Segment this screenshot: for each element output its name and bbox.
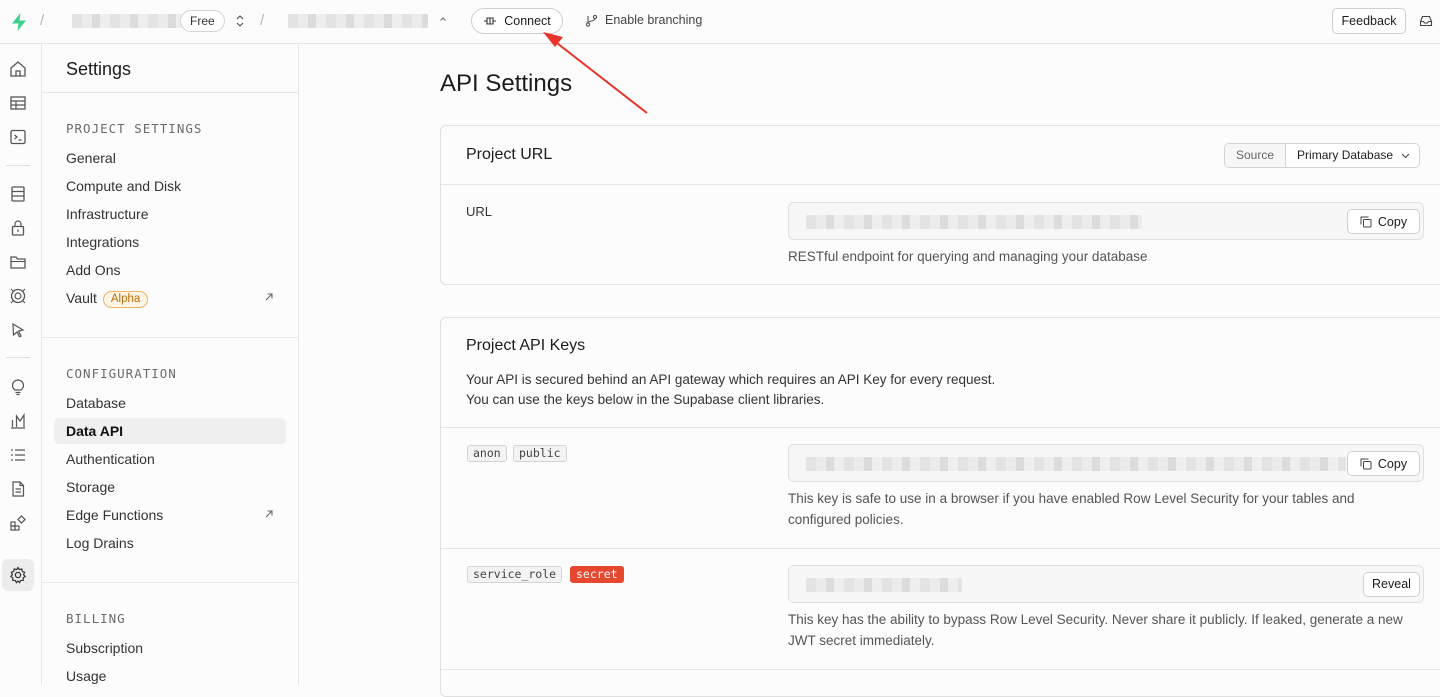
sidebar-divider [42,582,298,583]
sidebar-item-storage[interactable]: Storage [54,474,286,500]
sidebar-item-general[interactable]: General [54,145,286,171]
advisors-lightbulb-icon[interactable] [8,377,28,397]
inbox-icon[interactable] [1419,14,1433,28]
url-help-text: RESTful endpoint for querying and managi… [788,249,1148,264]
service-role-key-field[interactable]: Reveal [788,565,1424,603]
copy-icon [1360,216,1372,227]
left-icon-rail [0,44,42,685]
breadcrumb-separator: / [40,12,45,29]
table-editor-icon[interactable] [8,93,28,113]
sidebar-title: Settings [66,59,132,79]
service-role-tag: service_role [467,566,563,583]
rail-divider [6,165,30,166]
anon-key-field[interactable]: Copy [788,444,1424,482]
breadcrumb-separator: / [260,12,265,29]
source-selector[interactable]: Source Primary Database [1224,143,1421,168]
integrations-icon[interactable] [8,513,28,533]
url-field[interactable]: Copy [788,202,1424,240]
sidebar-item-compute-and-disk[interactable]: Compute and Disk [54,173,286,199]
chevron-up-down-icon[interactable] [234,12,246,30]
copy-label: Copy [1377,456,1408,471]
feedback-button[interactable]: Feedback [1332,8,1406,34]
chevron-down-icon [1401,153,1410,158]
alpha-badge: Alpha [102,290,149,308]
sidebar-item-infrastructure[interactable]: Infrastructure [54,201,286,227]
source-value: Primary Database [1297,148,1394,162]
plug-icon [484,17,497,25]
card-divider [441,548,1440,549]
connect-button[interactable]: Connect [471,8,563,34]
section-heading-project-settings: PROJECT SETTINGS [66,121,203,136]
project-url-card-header: Project URL Source Primary Database [441,126,1440,185]
storage-folder-icon[interactable] [8,252,28,272]
api-docs-icon[interactable] [8,479,28,499]
service-role-help-text: This key has the ability to bypass Row L… [788,612,1403,648]
sidebar-item-database[interactable]: Database [54,390,286,416]
card-divider [441,669,1440,670]
section-heading-configuration: CONFIGURATION [66,366,177,381]
anon-key-help-text: This key is safe to use in a browser if … [788,491,1355,527]
project-url-card: Project URL Source Primary Database URL … [440,125,1440,285]
api-keys-description-line1: Your API is secured behind an API gatewa… [466,372,996,387]
anon-tag: anon [467,445,507,462]
logs-list-icon[interactable] [8,445,28,465]
anon-key-redacted [806,457,1346,471]
sidebar-divider [42,92,298,93]
sidebar-item-subscription[interactable]: Subscription [54,635,286,661]
sidebar-item-authentication[interactable]: Authentication [54,446,286,472]
rail-divider [6,357,30,358]
connect-label: Connect [504,14,551,28]
card-divider [441,427,1440,428]
sidebar-divider [42,337,298,338]
realtime-icon[interactable] [8,286,28,306]
git-branch-icon [585,14,598,27]
copy-icon [1360,458,1372,469]
auth-lock-icon[interactable] [8,218,28,238]
url-value-redacted [806,215,1142,229]
external-link-arrow-icon [265,510,273,518]
sidebar-item-edge-functions-label: Edge Functions [66,507,164,523]
sidebar-item-usage[interactable]: Usage [54,663,286,689]
sidebar-item-vault-label: Vault [66,290,97,306]
chevron-up-icon[interactable] [439,15,447,23]
page-title: API Settings [440,70,573,97]
sidebar-item-log-drains[interactable]: Log Drains [54,530,286,556]
sidebar-item-integrations[interactable]: Integrations [54,229,286,255]
copy-anon-key-button[interactable]: Copy [1347,451,1420,476]
enable-branching-button[interactable]: Enable branching [585,13,702,27]
project-url-title: Project URL [466,146,553,163]
source-label: Source [1225,144,1287,167]
organization-name-redacted[interactable] [72,14,184,28]
external-link-arrow-icon [265,293,273,301]
section-heading-billing: BILLING [66,611,126,626]
settings-gear-icon[interactable] [8,565,28,585]
enable-branching-label: Enable branching [605,13,703,27]
settings-sidebar: Settings PROJECT SETTINGS General Comput… [42,44,299,685]
database-icon[interactable] [8,184,28,204]
reports-chart-icon[interactable] [8,411,28,431]
secret-tag: secret [570,566,624,583]
api-keys-description-line2: You can use the keys below in the Supaba… [466,392,825,407]
sql-editor-icon[interactable] [8,127,28,147]
edge-functions-cursor-icon[interactable] [8,320,28,340]
project-api-keys-card: Project API Keys Your API is secured beh… [440,317,1440,697]
home-icon[interactable] [8,59,28,79]
api-keys-title: Project API Keys [466,337,586,354]
top-bar: / Free / Connect Enable branching Feedba… [0,0,1440,44]
service-role-key-redacted [806,578,962,592]
sidebar-item-edge-functions[interactable]: Edge Functions [54,502,286,528]
copy-label: Copy [1377,214,1408,229]
public-tag: public [513,445,567,462]
reveal-service-key-button[interactable]: Reveal [1363,572,1420,597]
sidebar-item-data-api[interactable]: Data API [54,418,286,444]
copy-url-button[interactable]: Copy [1347,209,1420,234]
plan-badge: Free [180,10,225,32]
project-name-redacted[interactable] [288,14,428,28]
supabase-logo-icon[interactable] [9,12,29,32]
sidebar-item-add-ons[interactable]: Add Ons [54,257,286,283]
sidebar-item-vault[interactable]: Vault Alpha [54,285,286,311]
url-label: URL [466,204,493,219]
source-dropdown[interactable]: Primary Database [1286,144,1419,167]
